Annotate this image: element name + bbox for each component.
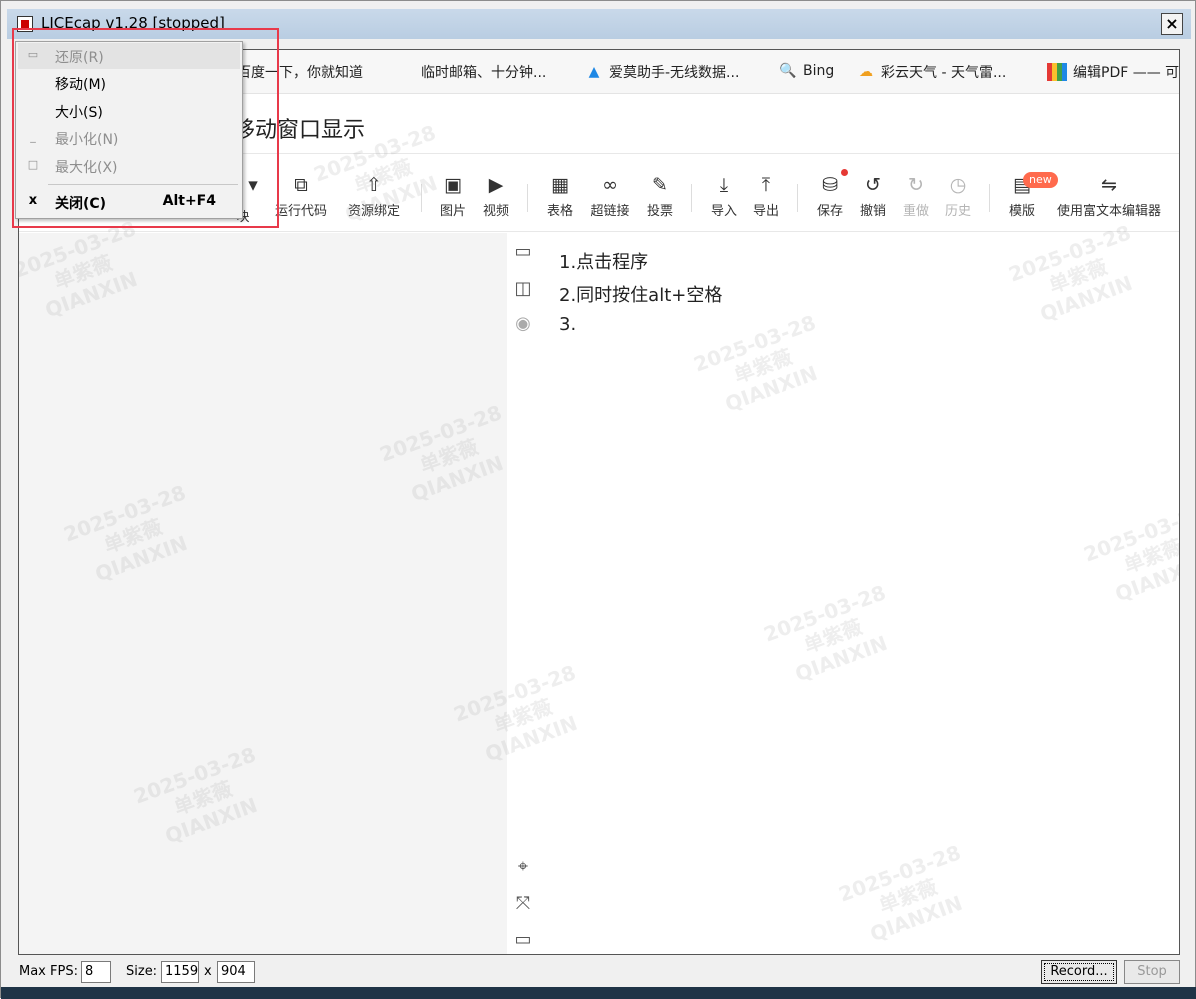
max-fps-label: Max FPS: xyxy=(19,964,78,979)
taskbar xyxy=(1,987,1196,999)
content-line[interactable]: 2.同时按住alt+空格 xyxy=(559,281,722,307)
video-button[interactable]: ▶ 视频 xyxy=(467,172,525,219)
bookmark-label: Bing xyxy=(803,63,835,79)
locate-icon[interactable]: ⌖ xyxy=(511,855,535,879)
history-button[interactable]: ◷ 历史 xyxy=(929,172,987,219)
toolbar-divider xyxy=(691,184,692,212)
menu-item-restore[interactable]: ▭ 还原(R) xyxy=(18,43,240,69)
bookmark-label: 临时邮箱、十分钟... xyxy=(421,65,547,81)
menu-item-size[interactable]: 大小(S) xyxy=(18,98,240,124)
status-bar: Max FPS: 8 Size: 1159 x 904 Record... St… xyxy=(1,957,1196,987)
eye-icon[interactable]: ◉ xyxy=(511,312,535,336)
vote-icon: ✎ xyxy=(652,174,668,196)
system-menu: ▭ 还原(R) 移动(M) 大小(S) _ 最小化(N) □ 最大化(X) x … xyxy=(15,41,243,219)
vote-button[interactable]: ✎ 投票 xyxy=(631,172,689,219)
close-button[interactable]: × xyxy=(1161,13,1183,35)
history-icon: ◷ xyxy=(949,174,967,196)
video-icon: ▶ xyxy=(488,174,504,196)
width-input[interactable]: 1159 xyxy=(161,961,199,983)
size-label: Size: xyxy=(126,964,158,979)
bookmark-label: 编辑PDF —— 可 xyxy=(1073,65,1180,81)
close-shortcut: Alt+F4 xyxy=(162,193,216,209)
menu-separator xyxy=(48,184,238,185)
search-icon: 🔍 xyxy=(779,63,797,79)
maximize-icon: □ xyxy=(27,158,39,171)
max-fps-input[interactable]: 8 xyxy=(81,961,111,983)
size-x-label: x xyxy=(204,964,212,979)
minimize-icon: _ xyxy=(30,130,36,143)
bookmark-label: 彩云天气 - 天气雷... xyxy=(881,65,1007,81)
bookmark-temp-mail[interactable]: 临时邮箱、十分钟... xyxy=(421,62,546,82)
toolbar-divider xyxy=(797,184,798,212)
menu-item-close[interactable]: x 关闭(C) Alt+F4 xyxy=(18,189,240,215)
cloud-icon: ☁ xyxy=(859,64,873,80)
content-line[interactable]: 1.点击程序 xyxy=(559,248,648,274)
content-line[interactable]: 3. xyxy=(559,314,576,335)
close-icon: x xyxy=(28,193,38,208)
menu-item-minimize[interactable]: _ 最小化(N) xyxy=(18,125,240,151)
bookmark-bing[interactable]: 🔍 Bing xyxy=(779,62,834,80)
layout-single-icon[interactable]: ▭ xyxy=(511,240,535,264)
height-input[interactable]: 904 xyxy=(217,961,255,983)
stop-button[interactable]: Stop xyxy=(1124,960,1180,984)
export-button[interactable]: ⤒ 导出 xyxy=(737,172,795,219)
restore-icon: ▭ xyxy=(27,48,39,61)
menu-item-move[interactable]: 移动(M) xyxy=(18,70,240,96)
laptop-icon[interactable]: ▭ xyxy=(511,928,535,952)
switch-icon: ⇋ xyxy=(1101,174,1117,196)
record-button[interactable]: Record... xyxy=(1041,960,1117,984)
bookmark-caiyun[interactable]: ☁ 彩云天气 - 天气雷... xyxy=(857,62,1006,82)
fullscreen-icon[interactable]: ⤧ xyxy=(511,892,535,916)
pdf-icon: ■ xyxy=(1047,63,1067,81)
toolbar-divider xyxy=(527,184,528,212)
licecap-window: LICEcap v1.28 [stopped] × 百度一下，你就知道 临时邮箱… xyxy=(0,0,1196,999)
editor-left-pane[interactable] xyxy=(19,233,507,954)
aimo-icon: ▲ xyxy=(588,64,600,80)
menu-item-maximize[interactable]: □ 最大化(X) xyxy=(18,153,240,179)
bookmark-aimo[interactable]: ▲ 爱莫助手-无线数据... xyxy=(585,62,740,82)
rich-text-editor-button[interactable]: ⇋ 使用富文本编辑器 xyxy=(1049,172,1169,219)
upload-icon: ⤒ xyxy=(761,174,771,196)
toolbar-divider xyxy=(989,184,990,212)
bookmark-edit-pdf[interactable]: ■ 编辑PDF —— 可 xyxy=(1047,62,1179,82)
layout-split-icon[interactable]: ◫ xyxy=(511,277,535,301)
bookmark-label: 爱莫助手-无线数据... xyxy=(609,65,740,81)
